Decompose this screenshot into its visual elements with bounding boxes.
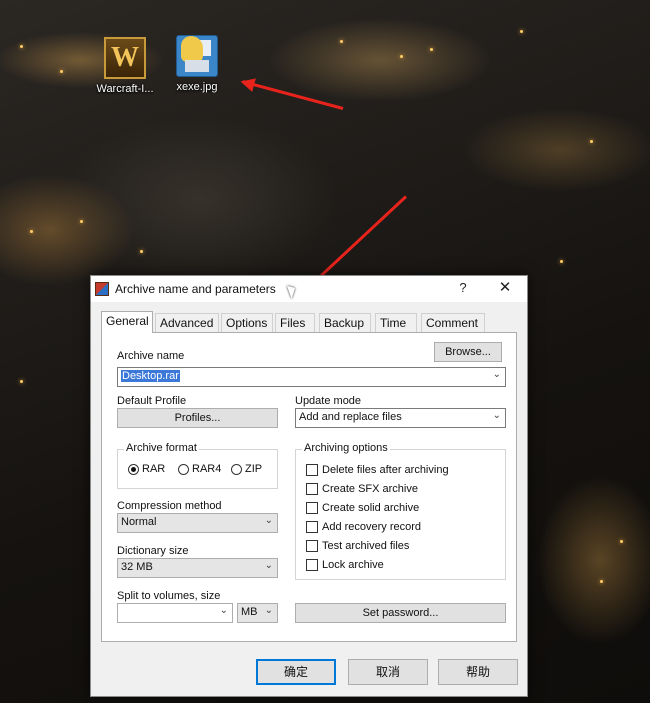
split-volumes-label: Split to volumes, size <box>117 590 221 602</box>
radio-rar4[interactable] <box>178 464 189 475</box>
dictionary-size-select[interactable]: 32 MB ⌄ <box>117 558 278 578</box>
split-unit-value: MB <box>241 606 258 618</box>
desktop-icon-label: Warcraft-I... <box>96 83 154 95</box>
red-arrow-annotation <box>242 80 344 110</box>
update-mode-value: Add and replace files <box>299 411 402 423</box>
archive-dialog: Archive name and parameters ? ✕ General … <box>90 275 528 697</box>
dictionary-size-value: 32 MB <box>121 561 153 573</box>
update-mode-label: Update mode <box>295 395 362 407</box>
compression-method-value: Normal <box>121 516 157 528</box>
chevron-down-icon[interactable]: ⌄ <box>493 369 501 380</box>
checkbox-test-archived[interactable] <box>306 540 318 552</box>
compression-method-select[interactable]: Normal ⌄ <box>117 513 278 533</box>
tab-files[interactable]: Files <box>275 313 315 332</box>
option-delete-files-label: Delete files after archiving <box>322 464 449 476</box>
option-recovery-record-label: Add recovery record <box>322 521 422 533</box>
general-panel: Archive name Browse... Desktop.rar ⌄ Def… <box>101 332 517 642</box>
tab-general[interactable]: General <box>101 311 153 333</box>
tab-comment[interactable]: Comment <box>421 313 485 332</box>
chevron-down-icon: ⌄ <box>264 605 273 616</box>
set-password-button[interactable]: Set password... <box>295 603 506 623</box>
dialog-titlebar[interactable]: Archive name and parameters ? ✕ <box>91 276 527 302</box>
chevron-down-icon: ⌄ <box>219 605 228 616</box>
desktop-icon-label: xexe.jpg <box>176 81 218 93</box>
option-lock-archive-label: Lock archive <box>322 559 384 571</box>
chevron-down-icon: ⌄ <box>264 515 273 526</box>
radio-rar-label: RAR <box>142 463 166 475</box>
desktop-icon-warcraft[interactable]: W Warcraft-I... <box>92 37 158 95</box>
radio-zip[interactable] <box>231 464 242 475</box>
checkbox-delete-files[interactable] <box>306 464 318 476</box>
ok-button[interactable]: 确定 <box>256 659 336 685</box>
chevron-down-icon: ⌄ <box>264 560 273 571</box>
warcraft-icon: W <box>104 37 146 79</box>
split-unit-select[interactable]: MB ⌄ <box>237 603 278 623</box>
radio-rar[interactable] <box>128 464 139 475</box>
close-button[interactable]: ✕ <box>491 278 519 300</box>
checkbox-recovery-record[interactable] <box>306 521 318 533</box>
desktop-icon-xexe-jpg[interactable]: xexe.jpg <box>164 35 230 93</box>
update-mode-select[interactable]: Add and replace files ⌄ <box>295 408 506 428</box>
tab-backup[interactable]: Backup <box>319 313 371 332</box>
mouse-cursor-icon <box>286 283 299 299</box>
dictionary-size-label: Dictionary size <box>117 545 189 557</box>
radio-rar4-label: RAR4 <box>192 463 222 475</box>
checkbox-create-sfx[interactable] <box>306 483 318 495</box>
archiving-options-label: Archiving options <box>302 442 390 454</box>
archive-format-group: Archive format RAR RAR4 ZIP <box>117 442 278 489</box>
archive-name-value: Desktop.rar <box>121 370 180 382</box>
archive-name-field[interactable]: Desktop.rar ⌄ <box>117 367 506 387</box>
chevron-down-icon: ⌄ <box>492 410 501 421</box>
checkbox-lock-archive[interactable] <box>306 559 318 571</box>
image-file-icon <box>176 35 218 77</box>
tab-time[interactable]: Time <box>375 313 417 332</box>
dialog-title: Archive name and parameters <box>115 282 276 296</box>
checkbox-create-solid[interactable] <box>306 502 318 514</box>
tab-options[interactable]: Options <box>221 313 273 332</box>
radio-zip-label: ZIP <box>245 463 263 475</box>
archiving-options-group: Archiving options Delete files after arc… <box>295 442 506 580</box>
option-create-sfx-label: Create SFX archive <box>322 483 418 495</box>
compression-method-label: Compression method <box>117 500 222 512</box>
tab-advanced[interactable]: Advanced <box>155 313 219 332</box>
split-volumes-size-input[interactable]: ⌄ <box>117 603 233 623</box>
cancel-button[interactable]: 取消 <box>348 659 428 685</box>
archive-name-label: Archive name <box>117 350 185 362</box>
option-create-solid-label: Create solid archive <box>322 502 420 514</box>
help-dialog-button[interactable]: 帮助 <box>438 659 518 685</box>
profiles-button[interactable]: Profiles... <box>117 408 278 428</box>
archive-format-label: Archive format <box>124 442 199 454</box>
winrar-icon <box>95 282 109 296</box>
option-test-archived-label: Test archived files <box>322 540 410 552</box>
default-profile-label: Default Profile <box>117 395 187 407</box>
help-button[interactable]: ? <box>451 280 475 298</box>
browse-button[interactable]: Browse... <box>434 342 502 362</box>
